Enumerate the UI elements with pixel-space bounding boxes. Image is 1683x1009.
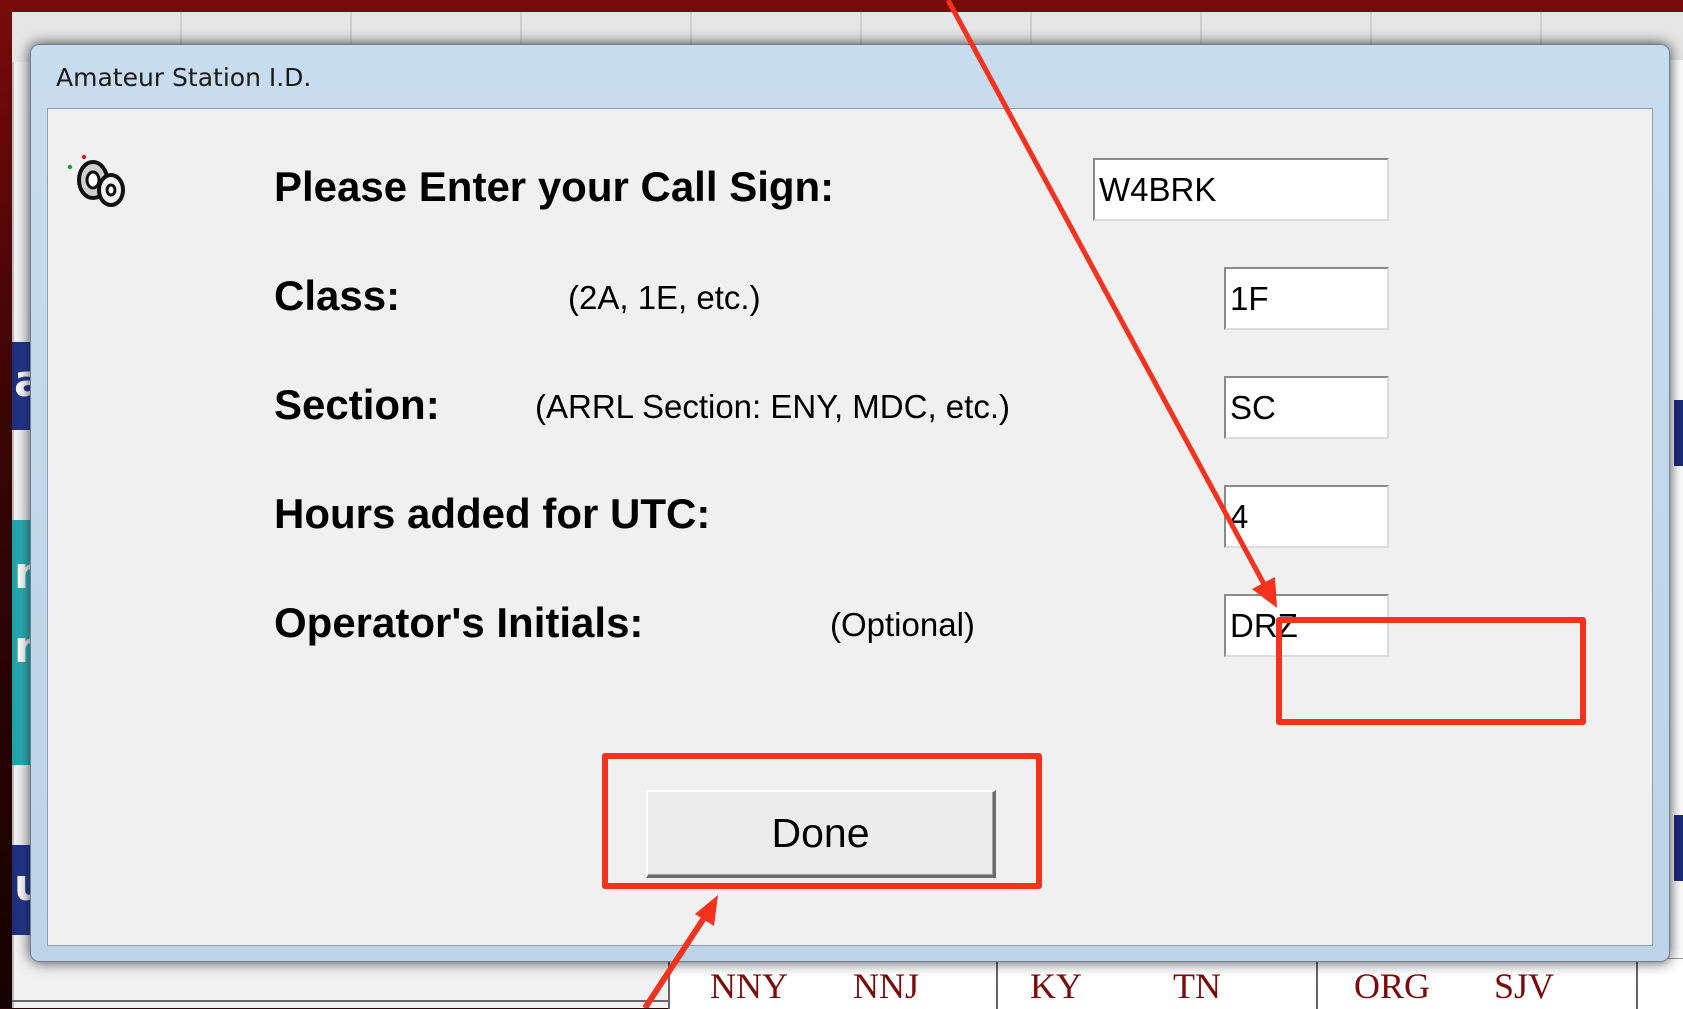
arrow-to-done-line: [642, 916, 707, 1008]
arrow-to-initials-line: [945, 0, 1268, 588]
annotation-arrows: [642, 0, 1277, 1008]
